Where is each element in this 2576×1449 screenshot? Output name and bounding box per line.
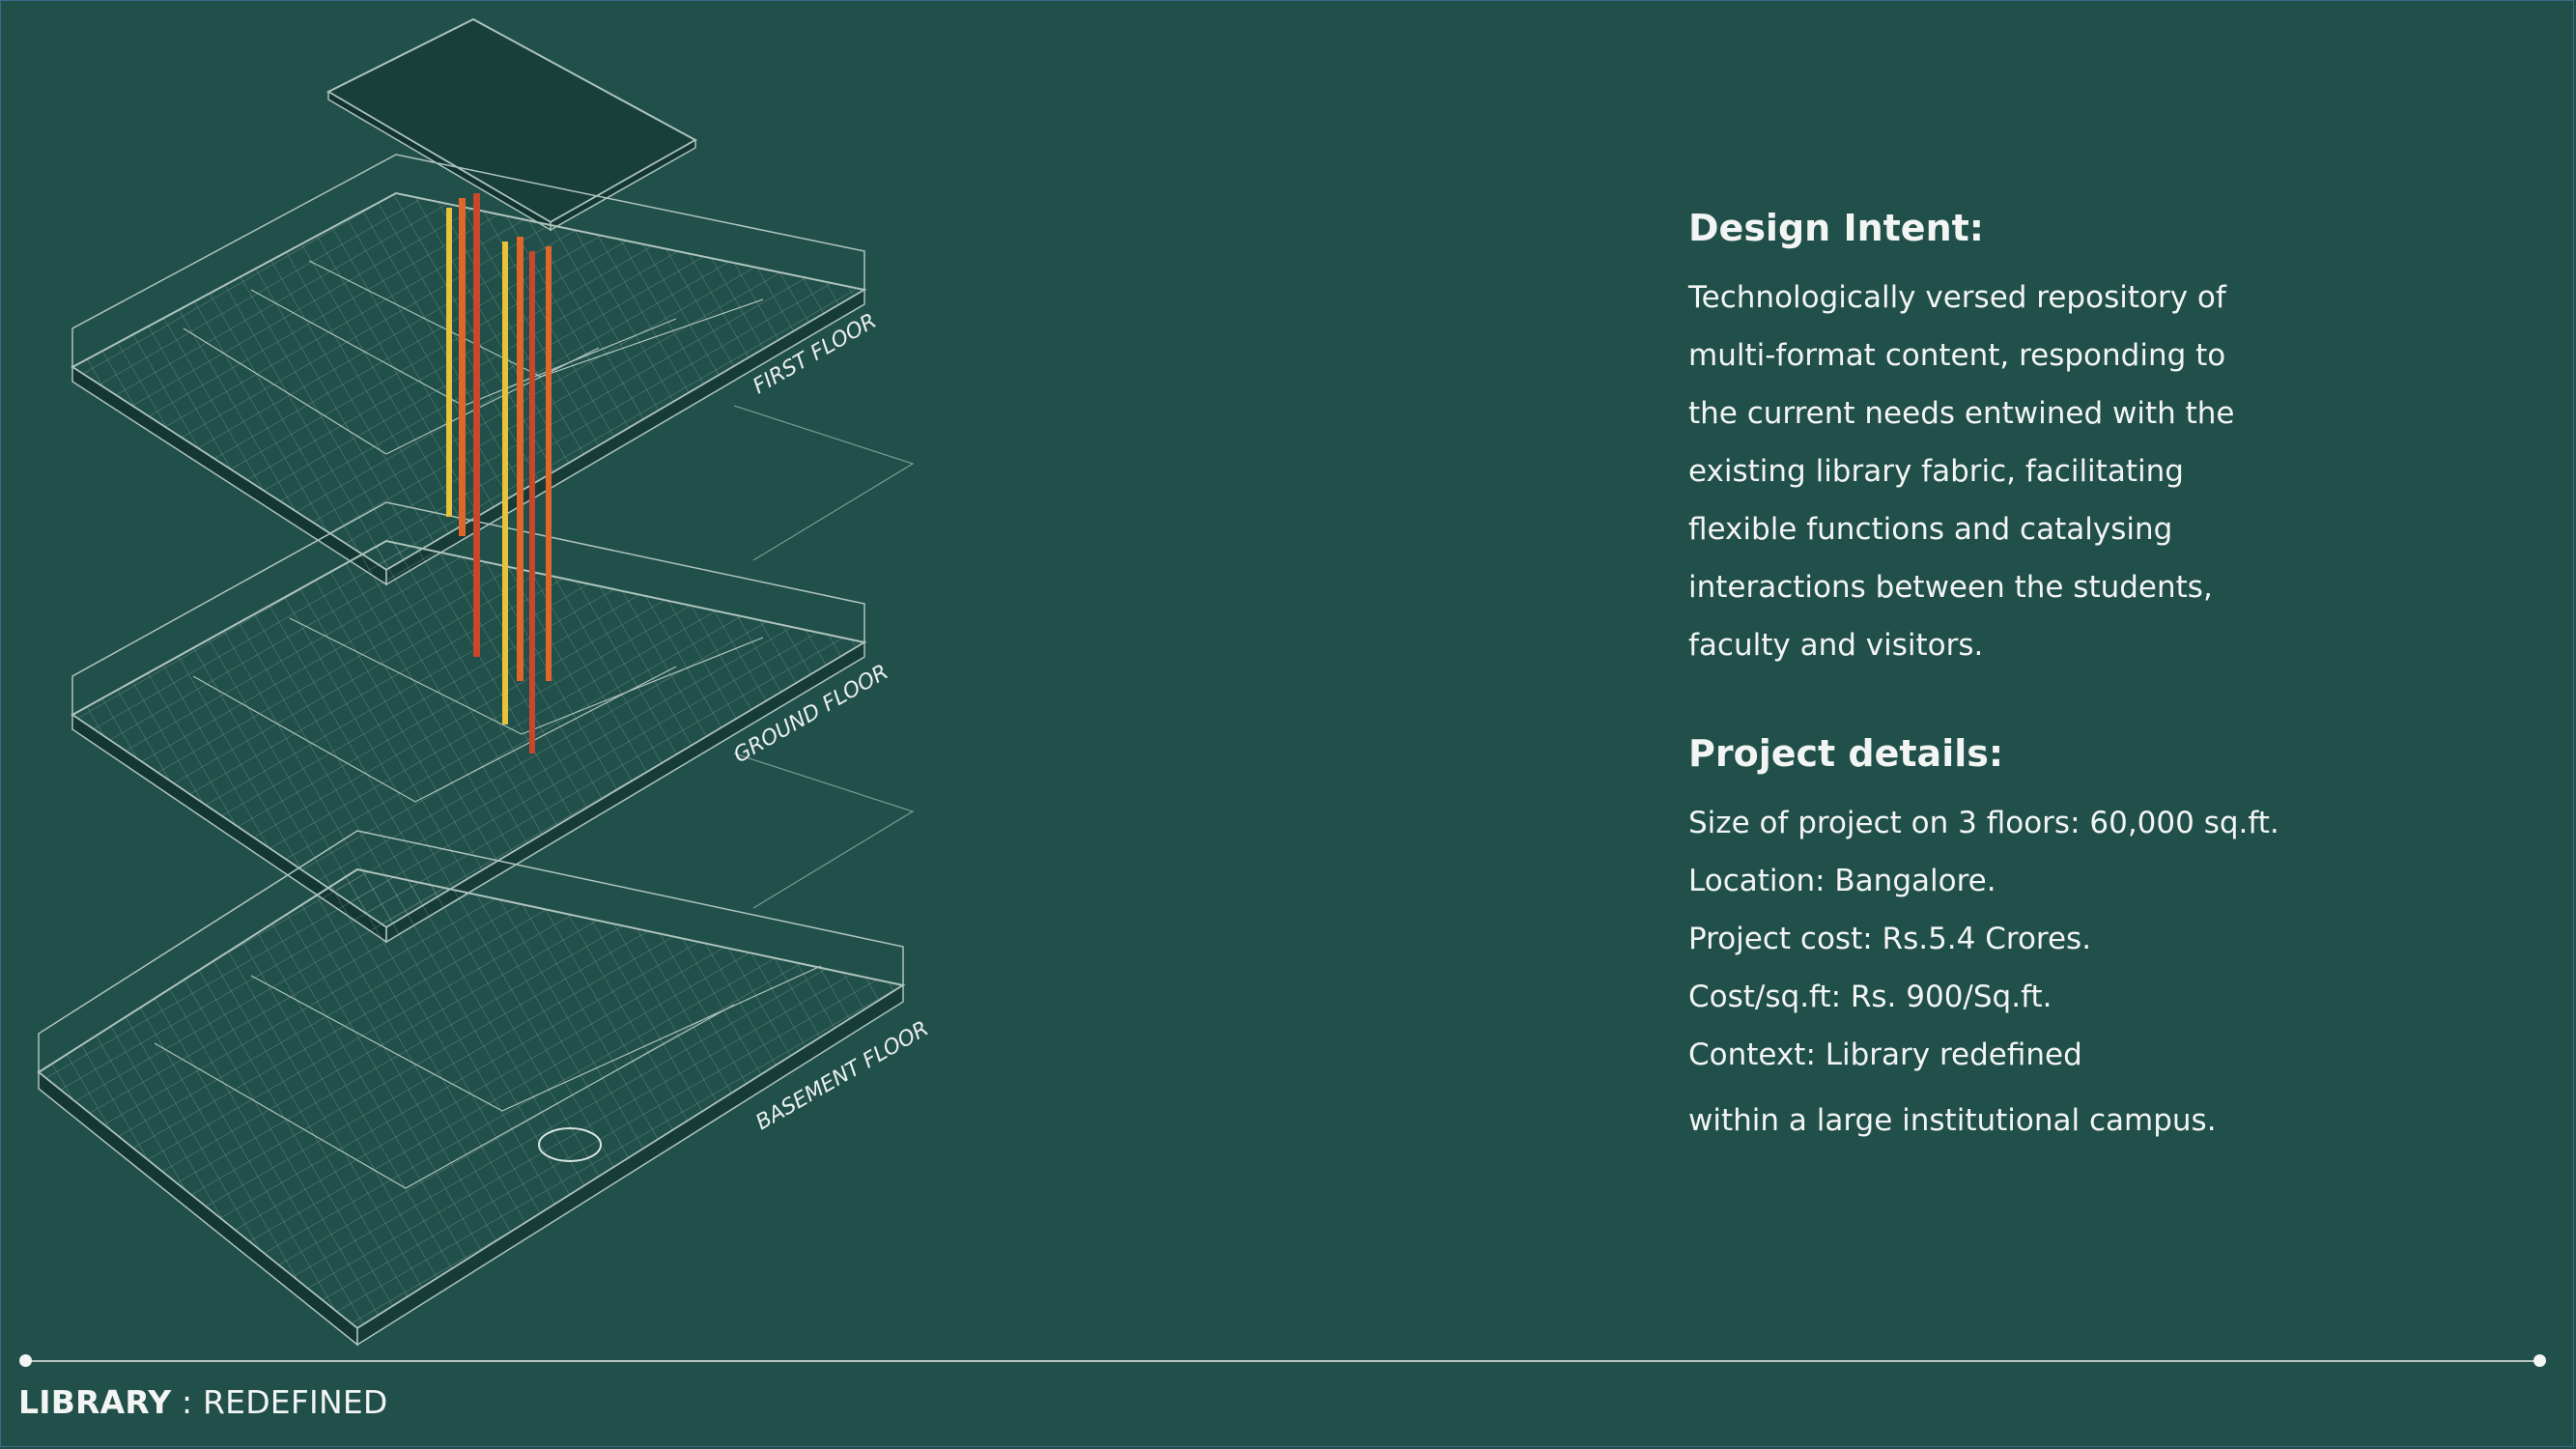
design-intent-line: multi-format content, responding to (1688, 338, 2226, 373)
design-intent-line: flexible functions and catalysing (1688, 512, 2173, 547)
project-detail-line: Location: Bangalore. (1688, 864, 1996, 898)
project-detail-line: within a large institutional campus. (1688, 1103, 2217, 1138)
project-detail-line: Cost/sq.ft: Rs. 900/Sq.ft. (1688, 980, 2052, 1014)
design-intent-body: Technologically versed repository of mul… (1688, 269, 2364, 674)
footer-title-separator: : (171, 1383, 204, 1421)
basement-floor-plate (37, 830, 906, 1347)
footer-title: LIBRARY : REDEFINED (18, 1383, 388, 1421)
ground-floor-plate (71, 501, 867, 944)
project-detail-line: Size of project on 3 floors: 60,000 sq.f… (1688, 806, 2279, 840)
project-detail-line: Project cost: Rs.5.4 Crores. (1688, 922, 2092, 956)
design-intent-line: existing library fabric, facilitating (1688, 454, 2184, 489)
design-intent-line: Technologically versed repository of (1688, 280, 2226, 315)
footer-rule (25, 1360, 2540, 1362)
design-intent-heading: Design Intent: (1688, 207, 1984, 249)
roof-slab (326, 17, 698, 232)
design-intent-line: interactions between the students, (1688, 570, 2213, 605)
design-intent-line: faculty and visitors. (1688, 628, 1984, 663)
footer-rule-end-dot (2534, 1354, 2546, 1367)
project-details-heading: Project details: (1688, 732, 2004, 775)
footer-rule-start-dot (19, 1354, 32, 1367)
text-panel: Design Intent: Technologically versed re… (1688, 203, 2364, 1150)
design-intent-line: the current needs entwined with the (1688, 396, 2235, 431)
project-details-body: Size of project on 3 floors: 60,000 sq.f… (1688, 794, 2364, 1150)
footer-title-bold: LIBRARY (18, 1383, 172, 1421)
exploded-axonometric-drawing: FIRST FLOOR GROUND FLOOR BASEMENT FLOOR (37, 17, 933, 1347)
project-detail-line: Context: Library redefined (1688, 1037, 2082, 1072)
footer-title-rest: REDEFINED (203, 1383, 388, 1421)
